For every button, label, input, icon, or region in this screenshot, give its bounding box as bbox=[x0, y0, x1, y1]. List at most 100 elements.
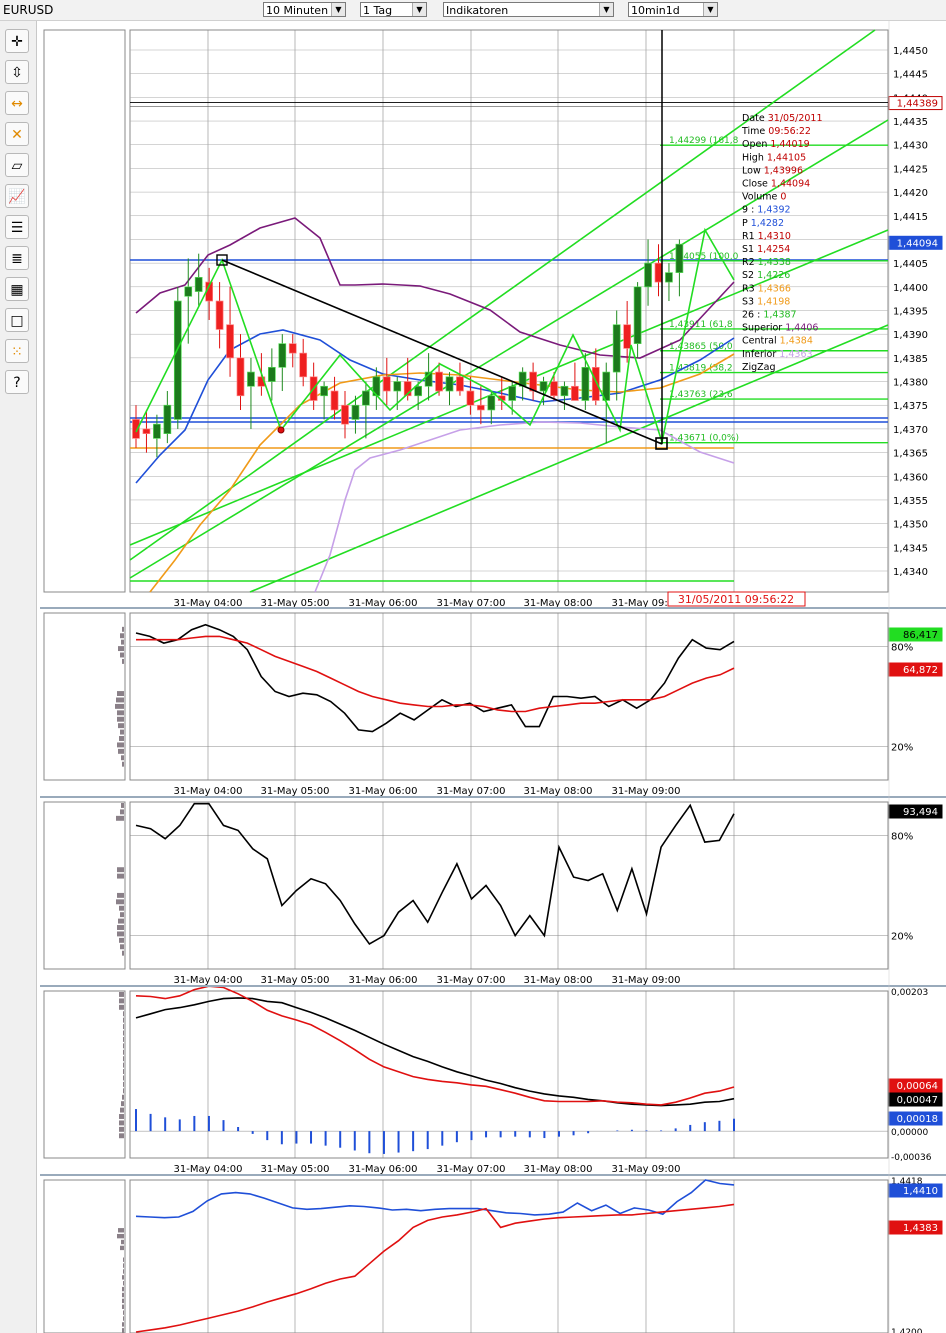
candle-body bbox=[644, 262, 652, 288]
candle-body bbox=[665, 272, 673, 283]
info-value: 1,4392 bbox=[757, 205, 790, 216]
volume-profile-bar bbox=[117, 710, 124, 716]
volume-profile-bar bbox=[119, 1120, 124, 1126]
volume-profile-bar bbox=[123, 1281, 124, 1286]
candle-body bbox=[466, 390, 475, 406]
candle-body bbox=[477, 404, 485, 411]
candle-body bbox=[633, 286, 642, 345]
volume-profile-bar bbox=[122, 761, 124, 767]
k-value-marker: 86,417 bbox=[903, 630, 938, 641]
last-price-marker: 1,44094 bbox=[897, 238, 938, 249]
info-value: 1,4366 bbox=[758, 283, 791, 294]
candle-body bbox=[393, 381, 402, 392]
main-price-panel: 31-May 04:00 31-May 05:00 31-May 06:00 31-M… bbox=[43, 29, 943, 609]
y-tick-label: 0,00000 bbox=[891, 1128, 928, 1138]
volume-profile-bar bbox=[123, 1310, 124, 1315]
x-tick-label: 31-May 06:00 bbox=[348, 975, 417, 986]
y-tick-label: 1,4375 bbox=[893, 401, 928, 412]
volume-profile-bar bbox=[115, 703, 124, 709]
info-label: R1 1,4310 bbox=[742, 231, 791, 242]
candle-body bbox=[571, 385, 579, 401]
volume-profile-frame bbox=[43, 612, 126, 781]
volume-profile-bar bbox=[122, 1292, 124, 1298]
y-tick-label: 1,4430 bbox=[893, 141, 928, 152]
volume-profile-bar bbox=[123, 1316, 124, 1321]
plot-frame bbox=[129, 612, 889, 781]
volume-profile-bar bbox=[117, 742, 124, 748]
fib-label: 1,43763 (23,6 bbox=[669, 390, 733, 400]
candle-body bbox=[591, 366, 600, 401]
candle-body bbox=[247, 371, 255, 387]
info-value: 1,44105 bbox=[767, 152, 806, 163]
volume-profile-bar bbox=[118, 918, 124, 924]
info-value: 1,4406 bbox=[785, 323, 818, 334]
volume-profile-bar bbox=[123, 1036, 124, 1042]
blue-value-marker: 1,4410 bbox=[903, 1186, 938, 1197]
candle-body bbox=[341, 404, 349, 425]
y-tick-label: 1,4420 bbox=[893, 188, 928, 199]
info-value: 31/05/2011 bbox=[768, 113, 823, 124]
volume-profile-frame bbox=[43, 990, 126, 1159]
info-label: S2 1,4226 bbox=[742, 270, 790, 281]
volume-profile-bar bbox=[123, 1263, 124, 1268]
volume-profile-bar bbox=[121, 639, 124, 645]
info-value: 09:56:22 bbox=[768, 126, 811, 137]
candle-body bbox=[508, 385, 517, 401]
y-tick-label: 1,4350 bbox=[893, 520, 928, 531]
y-tick-label: 1,4450 bbox=[893, 46, 928, 57]
y-tick-label: 80% bbox=[891, 831, 913, 842]
volume-profile-bar bbox=[121, 1239, 124, 1245]
candle-body bbox=[288, 343, 297, 354]
x-tick-label: 31-May 09:00 bbox=[611, 975, 680, 986]
volume-profile-bar bbox=[116, 815, 124, 821]
volume-profile-bar bbox=[120, 1107, 124, 1113]
volume-profile-bar bbox=[123, 1030, 124, 1036]
volume-profile-bar bbox=[123, 1056, 124, 1062]
volume-profile-bar bbox=[122, 1286, 124, 1292]
volume-profile-bar bbox=[123, 1024, 124, 1030]
volume-profile-bar bbox=[121, 1101, 124, 1107]
x-tick-label: 31-May 06:00 bbox=[348, 1164, 417, 1175]
volume-profile-bar bbox=[122, 1328, 124, 1333]
bid-price-marker: 1,44389 bbox=[897, 99, 938, 110]
rsi-panel: 31-May 04:00 31-May 05:00 31-May 06:00 31-M… bbox=[43, 801, 943, 986]
candle-body bbox=[654, 262, 663, 283]
candle-body bbox=[236, 357, 245, 397]
histogram-value-marker: 0,00018 bbox=[897, 1114, 938, 1125]
volume-profile-bar bbox=[122, 658, 124, 664]
info-label: Close 1,44094 bbox=[742, 179, 810, 190]
red-value-marker: 1,4383 bbox=[903, 1223, 938, 1234]
y-tick-label: 20% bbox=[891, 743, 913, 754]
info-label: S3 1,4198 bbox=[742, 296, 790, 307]
volume-profile-bar bbox=[123, 1011, 124, 1017]
x-tick-label: 31-May 05:00 bbox=[260, 786, 329, 797]
candle-body bbox=[529, 371, 537, 392]
volume-profile-bar bbox=[119, 998, 124, 1004]
signal-value-marker: 0,00064 bbox=[897, 1081, 938, 1092]
y-tick-label: 1,4365 bbox=[893, 449, 928, 460]
x-tick-label: 31-May 07:00 bbox=[436, 1164, 505, 1175]
chart-canvas[interactable]: 31-May 04:00 31-May 05:00 31-May 06:00 31-M… bbox=[0, 0, 946, 1333]
info-label: Low 1,43996 bbox=[742, 165, 803, 176]
candle-body bbox=[153, 423, 161, 439]
info-value: 1,4384 bbox=[780, 336, 813, 347]
info-label: 26 : 1,4387 bbox=[742, 310, 797, 321]
volume-profile-bar bbox=[116, 899, 124, 905]
info-value: 1,4338 bbox=[758, 257, 791, 268]
x-tick-label: 31-May 05:00 bbox=[260, 1164, 329, 1175]
x-tick-label: 31-May 09:00 bbox=[611, 786, 680, 797]
volume-profile-bar bbox=[123, 1017, 124, 1023]
volume-profile-bar bbox=[118, 1228, 124, 1233]
volume-profile-bar bbox=[117, 1233, 124, 1239]
fib-label: 1,43911 (61,8 bbox=[669, 320, 733, 330]
info-value: 1,43996 bbox=[764, 165, 803, 176]
candle-body bbox=[550, 381, 558, 397]
y-tick-label: 1,4200 bbox=[891, 1328, 923, 1333]
y-tick-label: 1,4400 bbox=[893, 283, 928, 294]
volume-profile-bar bbox=[123, 1257, 124, 1262]
info-label: R3 1,4366 bbox=[742, 283, 791, 294]
x-tick-label: 31-May 07:00 bbox=[436, 786, 505, 797]
d-value-marker: 64,872 bbox=[903, 665, 938, 676]
x-tick-label: 31-May 04:00 bbox=[173, 786, 242, 797]
x-tick-label: 31-May 09:00 bbox=[611, 1164, 680, 1175]
